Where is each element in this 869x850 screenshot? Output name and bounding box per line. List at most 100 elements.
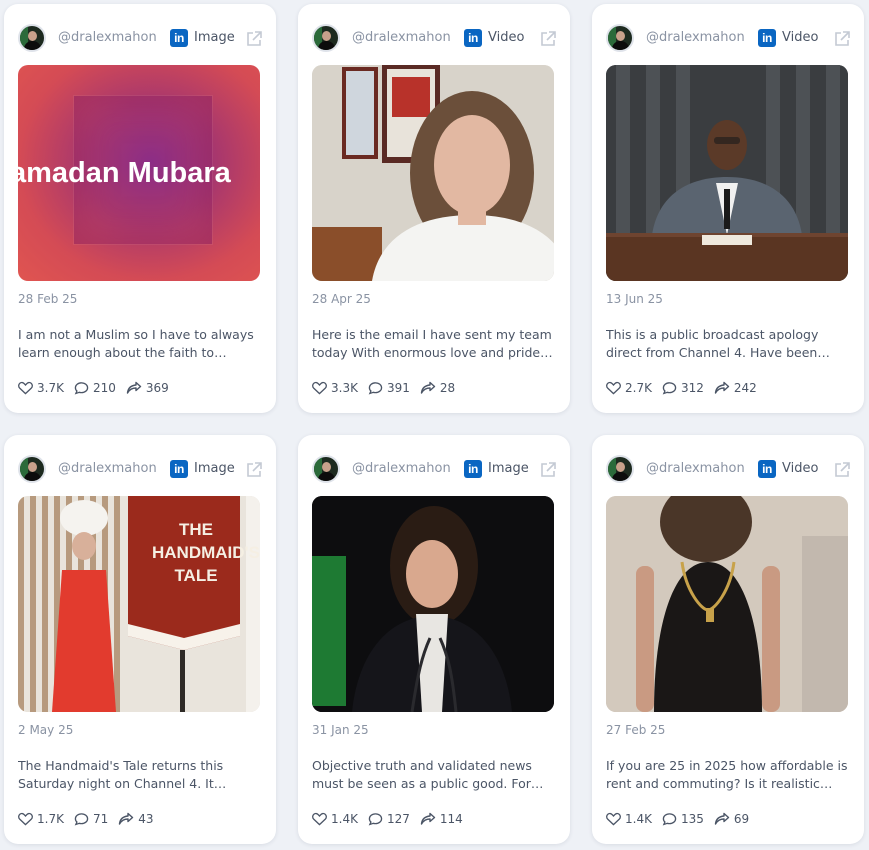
post-date: 2 May 25 (18, 723, 74, 737)
likes-count: 1.7K (37, 812, 64, 826)
avatar[interactable] (18, 455, 46, 483)
comments-count: 71 (92, 812, 109, 826)
comment-icon (74, 813, 89, 826)
comments-count: 391 (386, 381, 410, 395)
shares-stat: 114 (420, 812, 463, 826)
post-date: 28 Apr 25 (312, 292, 371, 306)
linkedin-icon: in (758, 29, 776, 47)
external-link-icon[interactable] (244, 29, 264, 49)
post-caption: I am not a Muslim so I have to always le… (18, 327, 254, 360)
card-header: @dralexmahon in Image (18, 449, 264, 489)
heart-icon (312, 381, 327, 395)
author-handle[interactable]: @dralexmahon (352, 461, 451, 476)
thumbnail-text: THE HANDMAID'S TALE (152, 520, 260, 585)
post-thumbnail[interactable]: amadan Mubara (18, 65, 260, 281)
comments-count: 312 (680, 381, 704, 395)
share-icon (714, 381, 730, 394)
comments-count: 127 (386, 812, 410, 826)
post-thumbnail[interactable] (606, 496, 848, 712)
comments-stat: 127 (368, 812, 410, 826)
author-handle[interactable]: @dralexmahon (646, 30, 745, 45)
heart-icon (18, 381, 33, 395)
linkedin-icon: in (464, 460, 482, 478)
post-date: 28 Feb 25 (18, 292, 78, 306)
post-card[interactable]: @dralexmahon in Image amadan Mubara 28 F… (4, 4, 276, 413)
likes-count: 1.4K (331, 812, 358, 826)
likes-stat: 1.4K (312, 812, 358, 826)
external-link-icon[interactable] (832, 29, 852, 49)
likes-stat: 1.7K (18, 812, 64, 826)
post-caption: If you are 25 in 2025 how affordable is … (606, 758, 848, 791)
engagement-stats: 3.3K 391 28 (312, 380, 465, 396)
avatar[interactable] (606, 455, 634, 483)
thumbnail-image (312, 496, 554, 712)
author-handle[interactable]: @dralexmahon (58, 461, 157, 476)
author-handle[interactable]: @dralexmahon (352, 30, 451, 45)
external-link-icon[interactable] (538, 460, 558, 480)
likes-stat: 3.7K (18, 381, 64, 395)
shares-count: 369 (145, 381, 169, 395)
engagement-stats: 1.4K 127 114 (312, 811, 473, 827)
post-card[interactable]: @dralexmahon in Video 27 Feb 25 If you a… (592, 435, 864, 844)
shares-count: 43 (138, 812, 154, 826)
post-card[interactable]: @dralexmahon in Image 31 Jan 25 Objectiv… (298, 435, 570, 844)
engagement-stats: 3.7K 210 369 (18, 380, 179, 396)
post-card[interactable]: @dralexmahon in Video 13 Jun 25 This is … (592, 4, 864, 413)
likes-stat: 2.7K (606, 381, 652, 395)
card-header: @dralexmahon in Video (606, 18, 852, 58)
avatar[interactable] (312, 455, 340, 483)
avatar[interactable] (312, 24, 340, 52)
share-icon (119, 812, 134, 825)
post-caption: This is a public broadcast apology direc… (606, 327, 819, 360)
thumbnail-image (606, 496, 848, 712)
shares-count: 69 (733, 812, 750, 826)
heart-icon (606, 381, 621, 395)
linkedin-icon: in (464, 29, 482, 47)
external-link-icon[interactable] (538, 29, 558, 49)
avatar[interactable] (606, 24, 634, 52)
shares-stat: 28 (420, 381, 455, 395)
post-thumbnail[interactable]: THE HANDMAID'S TALE (18, 496, 260, 712)
shares-stat: 369 (126, 381, 169, 395)
shares-count: 114 (439, 812, 463, 826)
comment-icon (662, 813, 677, 826)
author-handle[interactable]: @dralexmahon (58, 30, 157, 45)
thumbnail-image (312, 65, 554, 281)
comments-stat: 312 (662, 381, 704, 395)
thumbnail-image (606, 65, 848, 281)
comments-count: 135 (680, 812, 704, 826)
media-type-label: Image (194, 30, 235, 45)
post-caption: The Handmaid's Tale returns this Saturda… (18, 758, 224, 791)
media-type-label: Video (488, 30, 525, 45)
comments-stat: 135 (662, 812, 704, 826)
post-date: 31 Jan 25 (312, 723, 369, 737)
external-link-icon[interactable] (244, 460, 264, 480)
comment-icon (368, 382, 383, 395)
post-thumbnail[interactable] (606, 65, 848, 281)
shares-count: 242 (733, 381, 757, 395)
engagement-stats: 2.7K 312 242 (606, 380, 767, 396)
comments-count: 210 (92, 381, 116, 395)
linkedin-icon: in (170, 29, 188, 47)
post-thumbnail[interactable] (312, 65, 554, 281)
post-card[interactable]: @dralexmahon in Image THE HANDMAID'S TAL… (4, 435, 276, 844)
avatar[interactable] (18, 24, 46, 52)
share-icon (714, 812, 730, 825)
post-caption: Objective truth and validated news must … (312, 758, 532, 791)
author-handle[interactable]: @dralexmahon (646, 461, 745, 476)
likes-count: 1.4K (625, 812, 652, 826)
likes-count: 2.7K (625, 381, 652, 395)
comments-stat: 210 (74, 381, 116, 395)
card-header: @dralexmahon in Video (312, 18, 558, 58)
post-grid: @dralexmahon in Image amadan Mubara 28 F… (0, 0, 869, 850)
comments-stat: 391 (368, 381, 410, 395)
card-header: @dralexmahon in Image (18, 18, 264, 58)
external-link-icon[interactable] (832, 460, 852, 480)
post-thumbnail[interactable] (312, 496, 554, 712)
share-icon (420, 381, 436, 394)
post-card[interactable]: @dralexmahon in Video 28 Apr 25 Here is … (298, 4, 570, 413)
post-date: 27 Feb 25 (606, 723, 666, 737)
card-header: @dralexmahon in Video (606, 449, 852, 489)
linkedin-icon: in (758, 460, 776, 478)
share-icon (420, 812, 436, 825)
